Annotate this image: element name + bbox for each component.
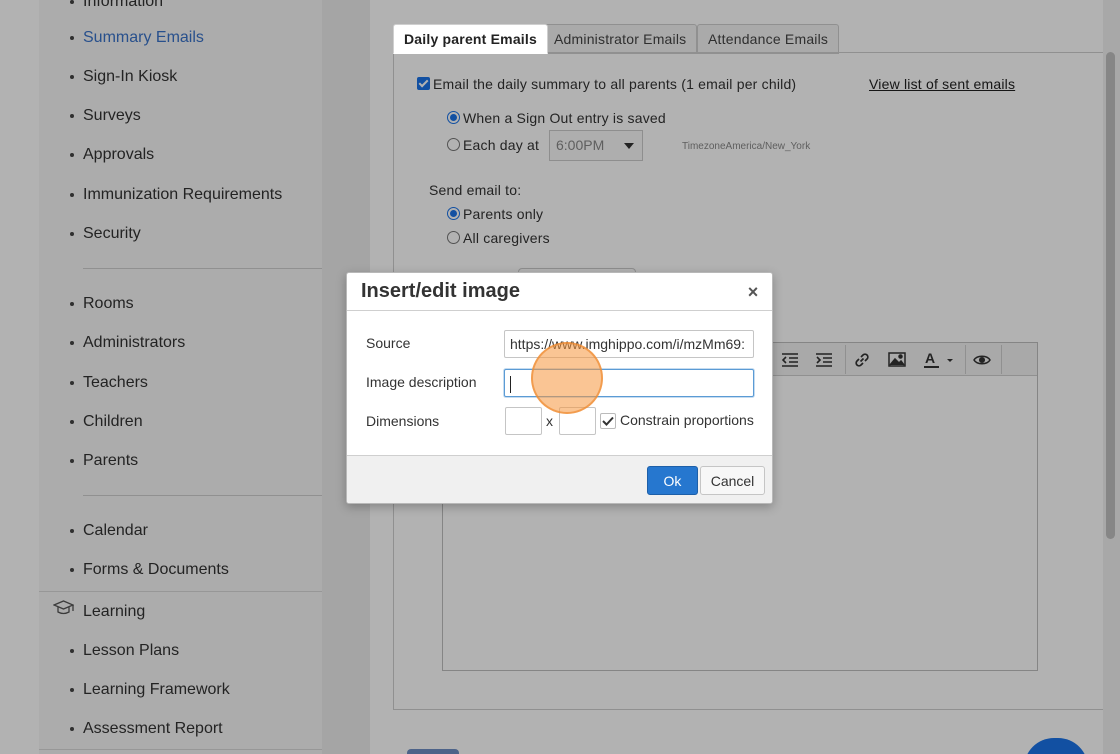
dialog-header: Insert/edit image × [347,273,772,311]
checkmark-icon [602,416,614,426]
insert-image-dialog: Insert/edit image × Source Image descrip… [346,272,773,504]
dimensions-label: Dimensions [366,413,440,429]
dimensions-separator: x [546,413,553,429]
constrain-proportions-checkbox[interactable] [600,413,616,429]
height-input[interactable] [559,407,596,435]
source-input[interactable] [504,330,754,358]
image-description-input[interactable] [504,369,754,397]
close-icon[interactable]: × [745,283,761,301]
source-label: Source [366,335,411,351]
ok-button[interactable]: Ok [647,466,698,495]
text-cursor [510,376,511,393]
dialog-title: Insert/edit image [361,280,520,302]
constrain-proportions-label: Constrain proportions [620,412,754,428]
tab-daily-parent-emails[interactable]: Daily parent Emails [393,24,548,54]
image-description-label: Image description [366,374,477,390]
cancel-button[interactable]: Cancel [700,466,765,495]
width-input[interactable] [505,407,542,435]
dialog-footer: Ok Cancel [347,455,772,503]
